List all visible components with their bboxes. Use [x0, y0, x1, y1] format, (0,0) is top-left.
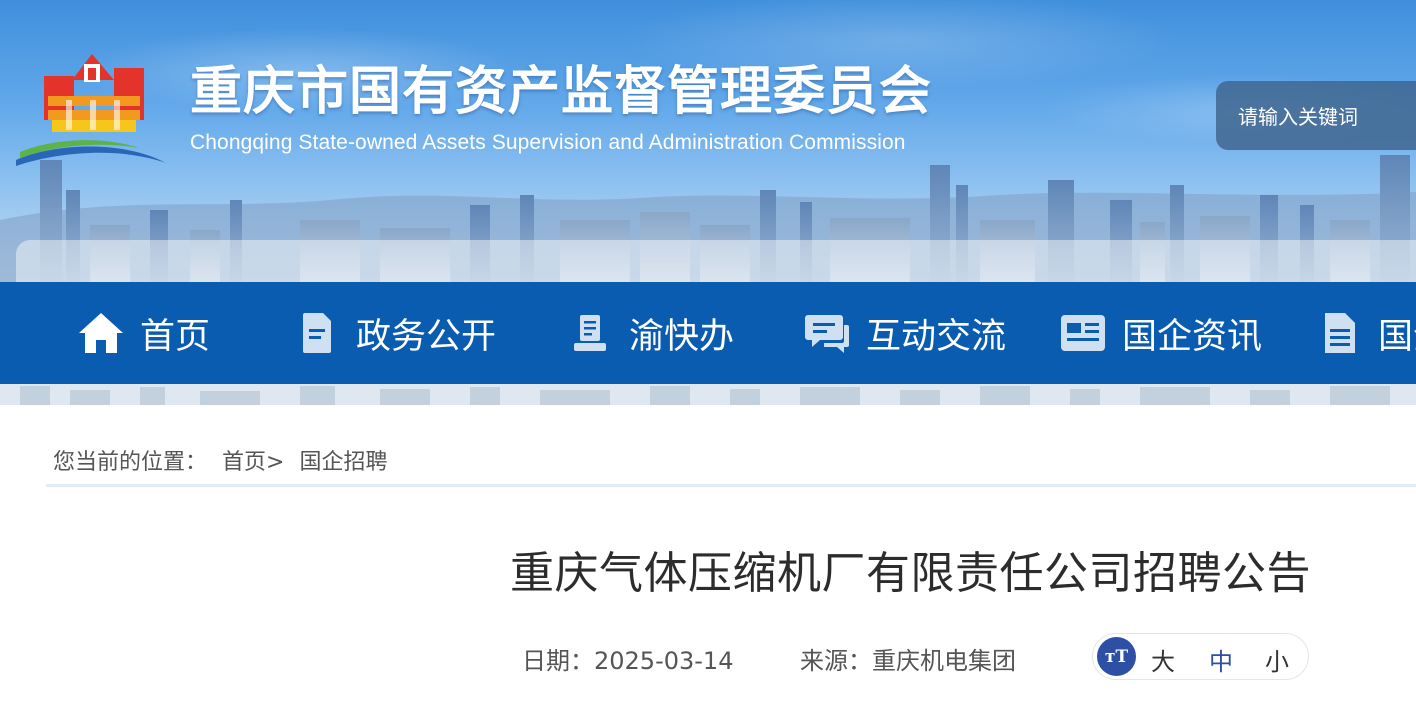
font-size-large-button[interactable]: 大 — [1151, 642, 1175, 677]
article-source: 来源：重庆机电集团 — [800, 647, 1016, 675]
breadcrumb: 您当前的位置： 首页> 国企招聘 — [53, 444, 387, 476]
nav-item-label: 国企资讯 — [1122, 316, 1263, 357]
breadcrumb-home-link[interactable]: 首页 — [222, 444, 266, 476]
nav-item-home[interactable]: 首页 — [76, 282, 210, 384]
search-input[interactable]: 请输入关键词 — [1216, 81, 1416, 150]
breadcrumb-separator: > — [266, 450, 285, 475]
nav-item-label: 政务公开 — [356, 316, 497, 357]
article-title: 重庆气体压缩机厂有限责任公司招聘公告 — [510, 548, 1311, 599]
nav-item-soe-news[interactable]: 国企资讯 — [1058, 282, 1262, 384]
sasac-building-logo — [16, 54, 166, 166]
breadcrumb-prefix: 您当前的位置： — [53, 450, 208, 475]
nav-item-yukuaiban[interactable]: 渝快办 — [565, 282, 734, 384]
font-size-medium-button[interactable]: 中 — [1209, 642, 1233, 677]
breadcrumb-current-link[interactable]: 国企招聘 — [299, 444, 387, 476]
document-icon — [292, 308, 342, 358]
file-list-icon — [1314, 308, 1364, 358]
skyline-strip — [0, 384, 1416, 405]
breadcrumb-divider — [46, 484, 1416, 487]
font-size-icon: тT — [1097, 637, 1136, 676]
article-date: 日期：2025-03-14 — [522, 647, 734, 675]
font-size-small-button[interactable]: 小 — [1265, 642, 1289, 677]
home-icon — [76, 308, 126, 358]
font-size-control: тT 大 中 小 — [1092, 633, 1309, 680]
nav-item-label: 国企 — [1378, 316, 1416, 357]
nav-item-soe[interactable]: 国企 — [1314, 282, 1416, 384]
chat-icon — [802, 308, 852, 358]
nav-item-interaction[interactable]: 互动交流 — [802, 282, 1006, 384]
site-subtitle: Chongqing State-owned Assets Supervision… — [190, 131, 906, 154]
news-card-icon — [1058, 308, 1108, 358]
service-desk-icon — [565, 308, 615, 358]
nav-item-label: 渝快办 — [629, 316, 735, 357]
nav-item-label: 互动交流 — [866, 316, 1007, 357]
site-title: 重庆市国有资产监督管理委员会 — [190, 62, 933, 122]
nav-item-label: 首页 — [140, 316, 211, 357]
nav-item-government-affairs[interactable]: 政务公开 — [292, 282, 496, 384]
main-nav: 首页 政务公开 渝快办 互动交流 国企资讯 国企 — [0, 282, 1416, 384]
